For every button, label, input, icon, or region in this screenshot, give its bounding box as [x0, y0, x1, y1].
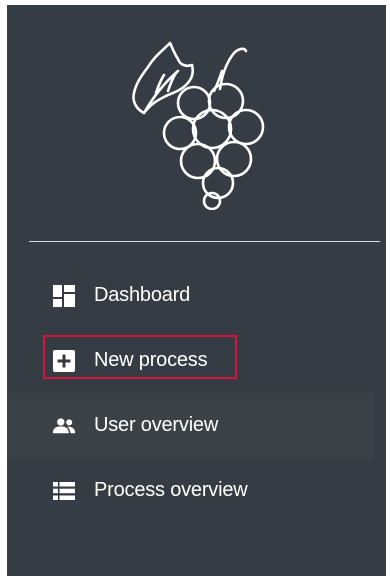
nav-label-user-overview: User overview — [94, 414, 219, 436]
plus-box-icon — [52, 349, 76, 373]
nav-label-process-overview: Process overview — [94, 479, 248, 501]
nav-label-dashboard: Dashboard — [94, 284, 191, 306]
nav-item-dashboard[interactable]: Dashboard — [7, 263, 386, 328]
users-icon — [52, 414, 76, 438]
dashboard-icon — [52, 284, 76, 308]
nav-item-new-process[interactable]: New process — [7, 328, 386, 393]
grapes-icon — [122, 35, 282, 211]
sidebar: Dashboard New process User overview Proc… — [7, 5, 386, 576]
sidebar-nav: Dashboard New process User overview Proc… — [7, 263, 386, 523]
divider — [29, 241, 380, 242]
nav-item-user-overview[interactable]: User overview — [7, 393, 374, 458]
nav-item-process-overview[interactable]: Process overview — [7, 458, 386, 523]
nav-label-new-process: New process — [94, 349, 208, 371]
list-icon — [52, 479, 76, 503]
